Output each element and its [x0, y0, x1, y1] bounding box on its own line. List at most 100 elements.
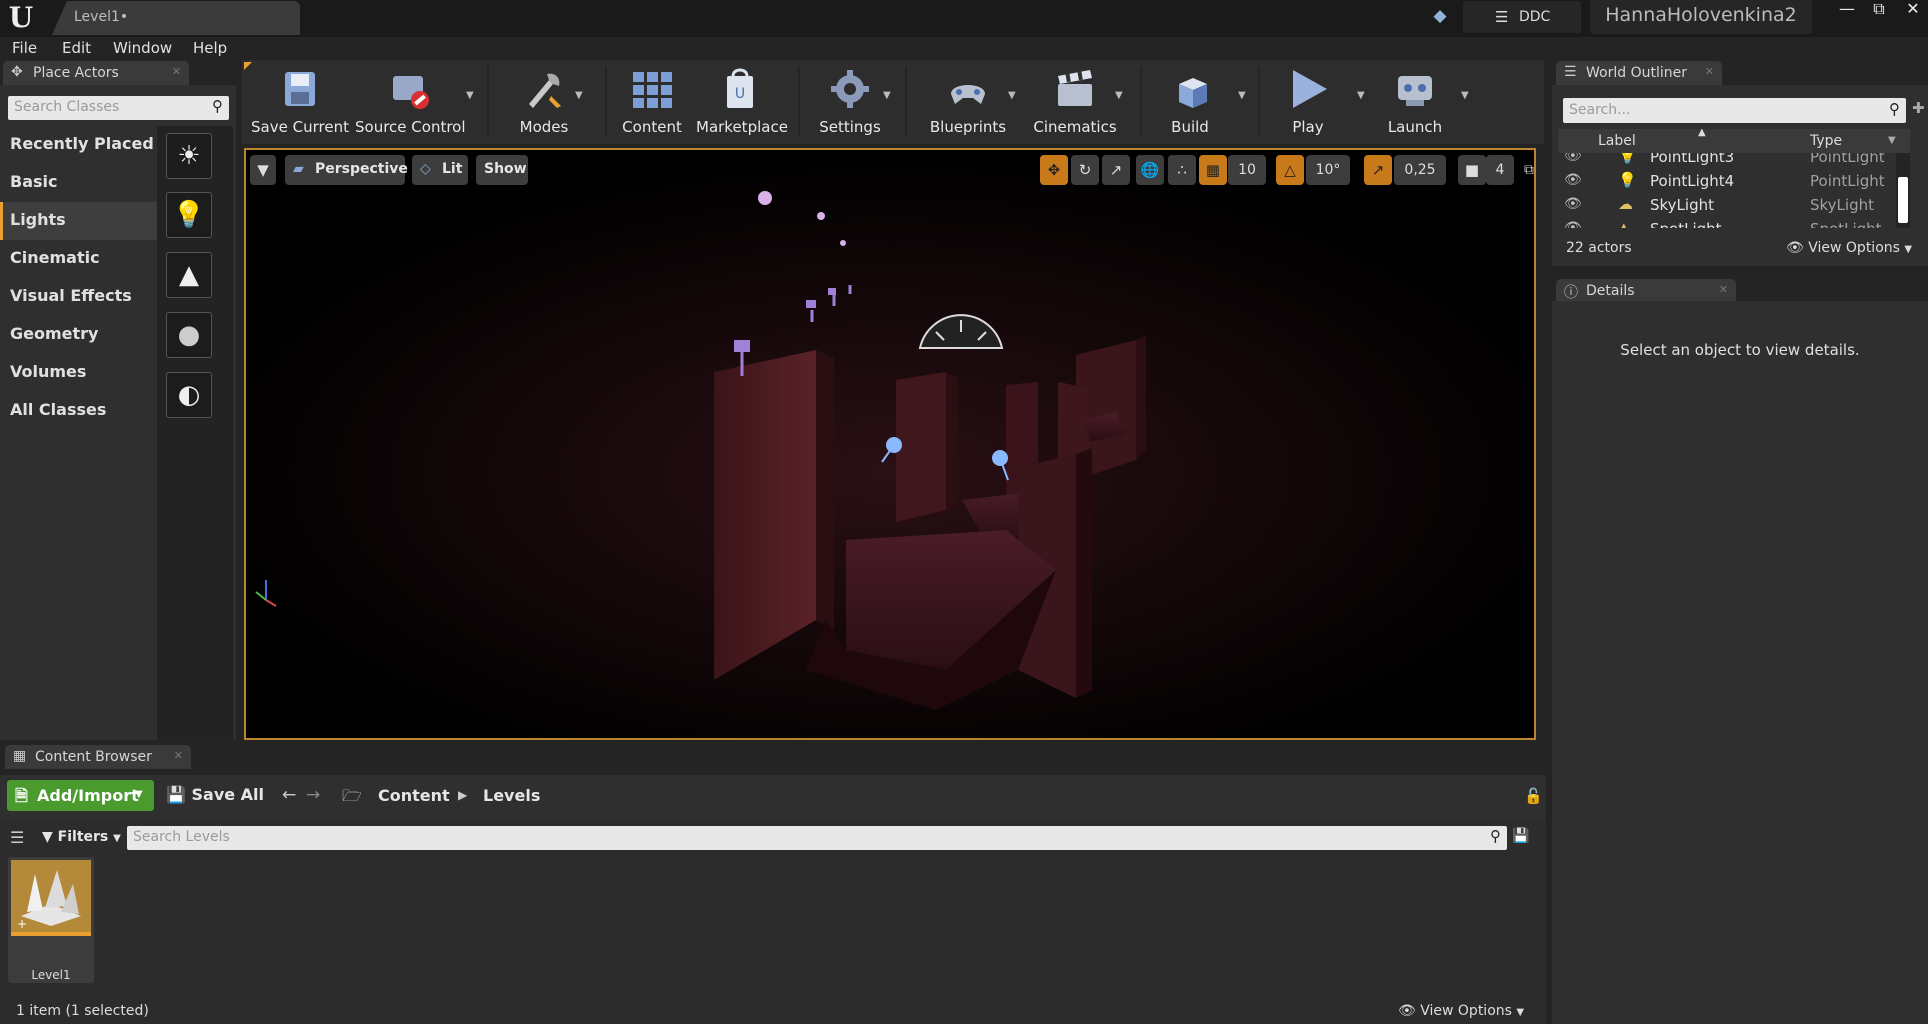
camera-speed-icon[interactable]: ■	[1458, 155, 1486, 185]
ddc-button[interactable]: ☰ DDC	[1463, 1, 1581, 33]
rect-light-icon[interactable]: ◐	[166, 372, 212, 418]
close-button[interactable]: ✕	[1898, 0, 1928, 18]
scrollbar-thumb[interactable]	[1898, 177, 1908, 223]
grid-snap-icon[interactable]: ▦	[1199, 155, 1227, 185]
minimize-button[interactable]: —	[1832, 0, 1862, 18]
rotation-snap-icon[interactable]: △	[1276, 155, 1304, 185]
cinematics-button[interactable]: Cinematics	[1025, 62, 1125, 142]
visibility-eye-icon[interactable]: 👁	[1564, 153, 1582, 164]
forward-arrow-icon[interactable]: →	[306, 785, 320, 805]
build-button[interactable]: Build	[1150, 62, 1230, 142]
tab-world-outliner[interactable]: ☰ World Outliner ✕	[1556, 61, 1722, 85]
sky-light-icon[interactable]: ●	[166, 312, 212, 358]
content-view-options[interactable]: 👁 View Options ▼	[1398, 1003, 1524, 1019]
visibility-eye-icon[interactable]: 👁	[1564, 220, 1582, 228]
category-all-classes[interactable]: All Classes	[0, 392, 157, 430]
close-tab-icon[interactable]: ✕	[1705, 65, 1714, 78]
translate-tool-icon[interactable]: ✥	[1040, 155, 1068, 185]
search-levels-input[interactable]: Search Levels ⚲	[127, 826, 1507, 850]
surface-snap-icon[interactable]: ∴	[1168, 155, 1196, 185]
save-current-button[interactable]: Save Current	[250, 62, 350, 142]
close-tab-icon[interactable]: ✕	[172, 65, 181, 78]
table-row[interactable]: 👁 💡 PointLight3 PointLight	[1558, 153, 1910, 169]
col-type[interactable]: Type	[1810, 133, 1842, 149]
outliner-search-input[interactable]: Search... ⚲	[1563, 98, 1906, 123]
category-cinematic[interactable]: Cinematic	[0, 240, 157, 278]
cinematics-dropdown[interactable]: ▼	[1115, 90, 1125, 101]
breadcrumb-separator-icon[interactable]: ▶	[458, 788, 467, 802]
visibility-eye-icon[interactable]: 👁	[1564, 172, 1582, 188]
maximize-viewport-icon[interactable]: ⧉	[1524, 162, 1534, 178]
show-button[interactable]: Show	[476, 155, 528, 185]
table-row[interactable]: 👁 ▲ SpotLight SpotLight	[1558, 217, 1910, 228]
launch-button[interactable]: Launch	[1378, 62, 1452, 142]
tab-content-browser[interactable]: ▦ Content Browser ✕	[5, 745, 191, 769]
viewport-options-dropdown[interactable]: ▼	[250, 155, 276, 185]
grid-snap-value[interactable]: 10	[1228, 155, 1266, 185]
restore-button[interactable]: ⧉	[1864, 0, 1894, 18]
build-dropdown[interactable]: ▼	[1238, 90, 1248, 101]
sources-panel-toggle-icon[interactable]: ☰	[10, 828, 24, 847]
table-row[interactable]: 👁 💡 PointLight4 PointLight	[1558, 169, 1910, 193]
column-options-icon[interactable]: ▼	[1888, 135, 1896, 146]
menu-help[interactable]: Help	[193, 37, 227, 59]
source-control-dropdown[interactable]: ▼	[466, 90, 476, 101]
lock-icon[interactable]: 🔓	[1524, 787, 1543, 805]
add-import-button[interactable]: 🗎 Add/Import ▼	[7, 780, 154, 811]
tab-details[interactable]: ⓘ Details ✕	[1556, 279, 1736, 303]
scale-snap-value[interactable]: 0,25	[1394, 155, 1446, 185]
visibility-eye-icon[interactable]: 👁	[1564, 196, 1582, 212]
menu-edit[interactable]: Edit	[62, 37, 91, 59]
outliner-scrollbar[interactable]	[1896, 153, 1910, 228]
scale-tool-icon[interactable]: ↗	[1102, 155, 1130, 185]
blueprints-dropdown[interactable]: ▼	[1008, 90, 1018, 101]
blueprints-button[interactable]: Blueprints	[918, 62, 1018, 142]
camera-speed-value[interactable]: 4	[1486, 155, 1514, 185]
category-volumes[interactable]: Volumes	[0, 354, 157, 392]
rotate-tool-icon[interactable]: ↻	[1071, 155, 1099, 185]
spot-light-icon[interactable]: ▲	[166, 252, 212, 298]
save-current-label: Save Current	[251, 118, 349, 136]
save-all-button[interactable]: 💾 Save All	[166, 785, 264, 804]
back-arrow-icon[interactable]: ←	[282, 785, 296, 805]
settings-dropdown[interactable]: ▼	[883, 90, 893, 101]
breadcrumb-levels[interactable]: Levels	[483, 786, 540, 805]
content-button[interactable]: Content	[612, 62, 692, 142]
tab-place-actors[interactable]: ✥ Place Actors ✕	[3, 61, 189, 85]
learn-icon[interactable]: ◆	[1428, 6, 1452, 28]
category-basic[interactable]: Basic	[0, 164, 157, 202]
category-lights[interactable]: Lights	[0, 202, 157, 240]
perspective-button[interactable]: ▰ Perspective	[285, 155, 408, 185]
menu-file[interactable]: File	[12, 37, 37, 59]
close-tab-icon[interactable]: ✕	[174, 749, 183, 762]
add-folder-icon[interactable]: ✚	[1912, 99, 1925, 117]
category-geometry[interactable]: Geometry	[0, 316, 157, 354]
play-dropdown[interactable]: ▼	[1357, 90, 1367, 101]
filters-button[interactable]: ▼ Filters ▼	[42, 829, 121, 845]
document-tab[interactable]: Level1•	[52, 1, 300, 35]
menu-window[interactable]: Window	[113, 37, 172, 59]
modes-button[interactable]: Modes	[500, 62, 588, 142]
breadcrumb-content[interactable]: Content	[378, 786, 450, 805]
source-control-button[interactable]: Source Control	[355, 62, 466, 142]
col-label[interactable]: Label	[1598, 133, 1636, 149]
search-classes-input[interactable]: Search Classes ⚲	[8, 96, 229, 120]
modes-dropdown[interactable]: ▼	[575, 90, 585, 101]
point-light-icon[interactable]: 💡	[166, 192, 212, 238]
table-row[interactable]: 👁 ☁ SkyLight SkyLight	[1558, 193, 1910, 217]
level-viewport[interactable]	[244, 148, 1536, 740]
save-search-icon[interactable]: 💾	[1512, 828, 1529, 844]
lit-button[interactable]: ◇ Lit	[412, 155, 468, 185]
world-space-icon[interactable]: 🌐	[1136, 155, 1164, 185]
scale-snap-icon[interactable]: ↗	[1364, 155, 1392, 185]
directional-light-icon[interactable]: ☀	[166, 133, 212, 179]
close-tab-icon[interactable]: ✕	[1719, 283, 1728, 296]
play-button[interactable]: Play	[1270, 62, 1346, 142]
marketplace-button[interactable]: U Marketplace	[696, 62, 788, 142]
outliner-view-options[interactable]: 👁 View Options ▼	[1786, 240, 1912, 256]
launch-dropdown[interactable]: ▼	[1461, 90, 1471, 101]
rotation-snap-value[interactable]: 10°	[1306, 155, 1350, 185]
category-recently-placed[interactable]: Recently Placed	[0, 126, 157, 164]
settings-button[interactable]: Settings	[808, 62, 892, 142]
category-visual-effects[interactable]: Visual Effects	[0, 278, 157, 316]
